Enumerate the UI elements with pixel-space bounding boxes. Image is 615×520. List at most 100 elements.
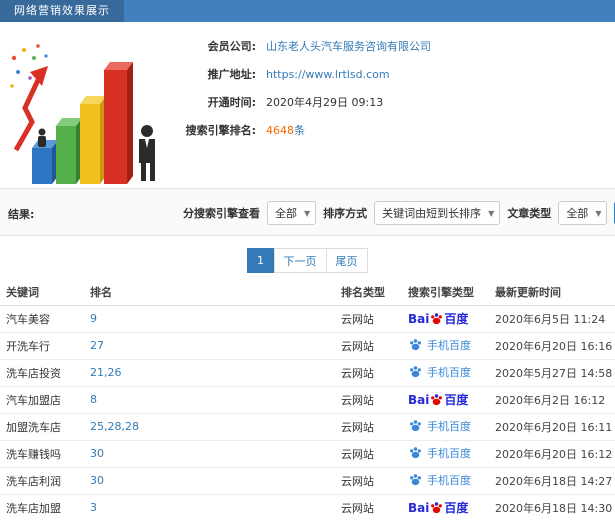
updated-text: 2020年6月20日 16:16 xyxy=(495,339,613,353)
rank-type-text: 云网站 xyxy=(341,420,374,434)
mobile-baidu-paw-icon xyxy=(410,420,421,432)
sort-filter-select[interactable]: 关键词由短到长排序 ▼ xyxy=(374,201,501,225)
baidu-logo: Bai 百度 xyxy=(408,499,468,516)
updated-cell: 2020年6月20日 16:12 xyxy=(489,440,615,468)
page-next[interactable]: 下一页 xyxy=(273,248,327,273)
engine-cell: 手机百度 xyxy=(402,413,489,441)
page-title: 网络营销效果展示 xyxy=(0,0,124,22)
mobile-baidu-label: 手机百度 xyxy=(427,365,471,379)
page-current[interactable]: 1 xyxy=(246,248,275,273)
promo-url-link[interactable]: https://www.lrtlsd.com xyxy=(266,68,390,81)
table-row: 洗车赚钱吗 30 云网站 手机百度 2020年6月20日 16:12 xyxy=(0,440,615,468)
company-row: 会员公司: 山东老人头汽车服务咨询有限公司 xyxy=(168,32,608,60)
table-header-row: 关键词 排名 排名类型 搜索引擎类型 最新更新时间 xyxy=(0,280,615,306)
rank-cell: 3 xyxy=(84,494,335,520)
rank-link[interactable]: 30 xyxy=(90,474,104,487)
rank-link[interactable]: 27 xyxy=(90,339,104,352)
mobile-baidu-paw-icon xyxy=(410,447,421,459)
mobile-baidu-paw-icon xyxy=(410,474,421,486)
results-table: 关键词 排名 排名类型 搜索引擎类型 最新更新时间 汽车美容 9 云网站 Bai… xyxy=(0,280,615,520)
rank-cell: 21,26 xyxy=(84,359,335,387)
keyword-text: 洗车店加盟 xyxy=(6,501,61,515)
rank-link[interactable]: 30 xyxy=(90,447,104,460)
rank-type-cell: 云网站 xyxy=(335,359,402,387)
pagination: 1 下一页 尾页 xyxy=(0,248,615,273)
caret-down-icon: ▼ xyxy=(488,208,495,218)
col-engine-type: 搜索引擎类型 xyxy=(402,280,489,306)
sort-filter-label: 排序方式 xyxy=(323,207,368,220)
rank-type-cell: 云网站 xyxy=(335,413,402,441)
table-row: 洗车店投资 21,26 云网站 手机百度 2020年5月27日 14:58 xyxy=(0,359,615,387)
article-type-value: 全部 xyxy=(566,207,589,220)
rank-cell: 8 xyxy=(84,386,335,414)
keyword-text: 汽车美容 xyxy=(6,312,50,326)
rank-link[interactable]: 8 xyxy=(90,393,97,406)
keyword-cell: 汽车加盟店 xyxy=(0,386,84,414)
businessman-figure xyxy=(139,125,155,181)
rank-link[interactable]: 21,26 xyxy=(90,366,122,379)
updated-text: 2020年6月2日 16:12 xyxy=(495,393,606,407)
engine-rank-unit: 条 xyxy=(294,124,305,137)
mobile-baidu-label: 手机百度 xyxy=(427,419,471,433)
rank-cell: 30 xyxy=(84,467,335,495)
keyword-text: 加盟洗车店 xyxy=(6,420,61,434)
rank-link[interactable]: 9 xyxy=(90,312,97,325)
table-body: 汽车美容 9 云网站 Bai 百度 2020年6月5日 11:24 开洗车行 2… xyxy=(0,305,615,520)
updated-cell: 2020年6月20日 16:16 xyxy=(489,332,615,360)
updated-cell: 2020年6月5日 11:24 xyxy=(489,305,615,333)
table-row: 洗车店利润 30 云网站 手机百度 2020年6月18日 14:27 xyxy=(0,467,615,495)
page-last[interactable]: 尾页 xyxy=(325,248,368,273)
col-rank-type: 排名类型 xyxy=(335,280,402,306)
filter-controls: 分搜索引擎查看 全部 ▼ 排序方式 关键词由短到长排序 ▼ 文章类型 全部 ▼ … xyxy=(183,201,615,225)
baidu-text-bai: Bai xyxy=(408,392,430,407)
keyword-text: 开洗车行 xyxy=(6,339,50,353)
engine-filter-select[interactable]: 全部 ▼ xyxy=(267,201,317,225)
rank-cell: 9 xyxy=(84,305,335,333)
app-header: 网络营销效果展示 xyxy=(0,0,615,22)
updated-text: 2020年6月18日 14:27 xyxy=(495,474,613,488)
rank-link[interactable]: 3 xyxy=(90,501,97,514)
updated-cell: 2020年5月27日 14:58 xyxy=(489,359,615,387)
mobile-baidu-label: 手机百度 xyxy=(427,338,471,352)
col-rank: 排名 xyxy=(84,280,335,306)
table-row: 洗车店加盟 3 云网站 Bai 百度 2020年6月18日 14:30 xyxy=(0,494,615,520)
mobile-baidu: 手机百度 xyxy=(408,445,471,461)
table-row: 加盟洗车店 25,28,28 云网站 手机百度 2020年6月20日 16:11 xyxy=(0,413,615,441)
table-row: 开洗车行 27 云网站 手机百度 2020年6月20日 16:16 xyxy=(0,332,615,360)
baidu-paw-icon xyxy=(431,394,443,406)
promo-url-label: 推广地址: xyxy=(207,68,256,81)
account-info-rows: 会员公司: 山东老人头汽车服务咨询有限公司 推广地址: https://www.… xyxy=(168,32,608,144)
marketing-report-page: 网络营销效果展示 会员公司: 山东老人头汽车服务咨询有限公司 推广地址: htt… xyxy=(0,0,615,520)
engine-cell: Bai 百度 xyxy=(402,386,489,414)
updated-text: 2020年6月5日 11:24 xyxy=(495,312,606,326)
article-type-label: 文章类型 xyxy=(507,207,552,220)
baidu-paw-icon xyxy=(431,313,443,325)
rank-cell: 25,28,28 xyxy=(84,413,335,441)
rank-type-cell: 云网站 xyxy=(335,332,402,360)
company-link[interactable]: 山东老人头汽车服务咨询有限公司 xyxy=(266,38,431,54)
small-person-figure xyxy=(38,128,46,147)
engine-filter-label: 分搜索引擎查看 xyxy=(183,207,260,220)
keyword-cell: 汽车美容 xyxy=(0,305,84,333)
baidu-text-du: 百度 xyxy=(444,501,469,515)
updated-cell: 2020年6月2日 16:12 xyxy=(489,386,615,414)
table-row: 汽车加盟店 8 云网站 Bai 百度 2020年6月2日 16:12 xyxy=(0,386,615,414)
mobile-baidu: 手机百度 xyxy=(408,337,471,353)
promo-url-row: 推广地址: https://www.lrtlsd.com xyxy=(168,60,608,88)
article-type-select[interactable]: 全部 ▼ xyxy=(558,201,608,225)
mobile-baidu: 手机百度 xyxy=(408,472,471,488)
engine-filter-value: 全部 xyxy=(275,207,297,220)
company-label: 会员公司: xyxy=(207,40,256,53)
keyword-cell: 洗车店利润 xyxy=(0,467,84,495)
rank-link[interactable]: 25,28,28 xyxy=(90,420,139,433)
rank-type-text: 云网站 xyxy=(341,366,374,380)
engine-rank-label: 搜索引擎排名: xyxy=(185,124,256,137)
caret-down-icon: ▼ xyxy=(304,208,311,218)
rank-type-text: 云网站 xyxy=(341,447,374,461)
rank-type-text: 云网站 xyxy=(341,393,374,407)
caret-down-icon: ▼ xyxy=(595,208,602,218)
rank-type-text: 云网站 xyxy=(341,501,374,515)
keyword-text: 洗车店投资 xyxy=(6,366,61,380)
mobile-baidu-paw-icon xyxy=(410,366,421,378)
updated-cell: 2020年6月20日 16:11 xyxy=(489,413,615,441)
